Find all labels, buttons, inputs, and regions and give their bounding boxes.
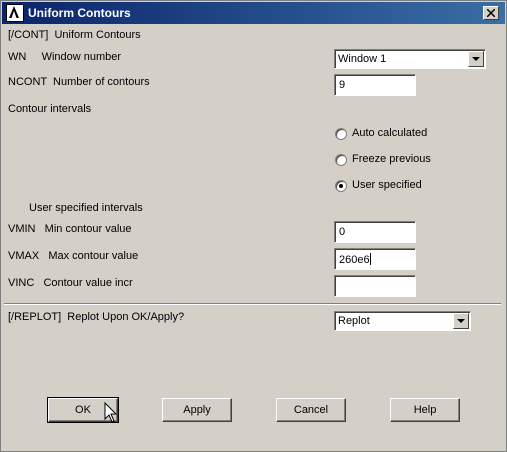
close-button[interactable] [483, 6, 499, 20]
vinc-label: VINC Contour value incr [8, 277, 133, 289]
vmax-label: VMAX Max contour value [8, 250, 139, 262]
user-intervals-label: User specified intervals [29, 202, 143, 214]
close-icon [487, 9, 495, 17]
ncont-label: NCONT Number of contours [8, 76, 150, 88]
window-number-value: Window 1 [338, 53, 387, 65]
replot-dropdown-button[interactable] [453, 313, 469, 329]
vinc-input[interactable] [334, 275, 416, 297]
vmax-value: 260e6 [339, 254, 370, 266]
vmin-input[interactable]: 0 [334, 221, 416, 243]
vmax-input[interactable]: 260e6 [334, 248, 416, 270]
wn-label: WN Window number [8, 51, 122, 63]
radio-freeze-previous-dot[interactable] [335, 154, 347, 166]
text-caret [369, 253, 371, 265]
replot-label: [/REPLOT] Replot Upon OK/Apply? [8, 311, 185, 323]
title-bar[interactable]: Uniform Contours [2, 2, 505, 24]
chevron-down-icon [472, 57, 480, 61]
window-title: Uniform Contours [28, 6, 131, 20]
mouse-cursor-icon [104, 402, 118, 423]
apply-button[interactable]: Apply [162, 398, 232, 422]
radio-user-specified-dot[interactable] [335, 180, 347, 192]
separator [4, 303, 501, 305]
window-number-dropdown-button[interactable] [468, 51, 484, 67]
ansys-logo-icon [6, 4, 24, 22]
contour-intervals-label: Contour intervals [8, 103, 92, 115]
radio-auto-calculated-label: Auto calculated [352, 127, 428, 139]
ncont-input[interactable]: 9 [334, 74, 416, 96]
cancel-button[interactable]: Cancel [276, 398, 346, 422]
help-button[interactable]: Help [390, 398, 460, 422]
window-number-select[interactable]: Window 1 [334, 49, 486, 69]
radio-user-specified-label: User specified [352, 179, 422, 191]
radio-freeze-previous-label: Freeze previous [352, 153, 431, 165]
vmin-label: VMIN Min contour value [8, 223, 132, 235]
command-label: [/CONT] Uniform Contours [8, 29, 141, 41]
radio-auto-calculated-dot[interactable] [335, 128, 347, 140]
replot-value: Replot [338, 315, 370, 327]
replot-select[interactable]: Replot [334, 311, 471, 331]
chevron-down-icon [457, 319, 465, 323]
